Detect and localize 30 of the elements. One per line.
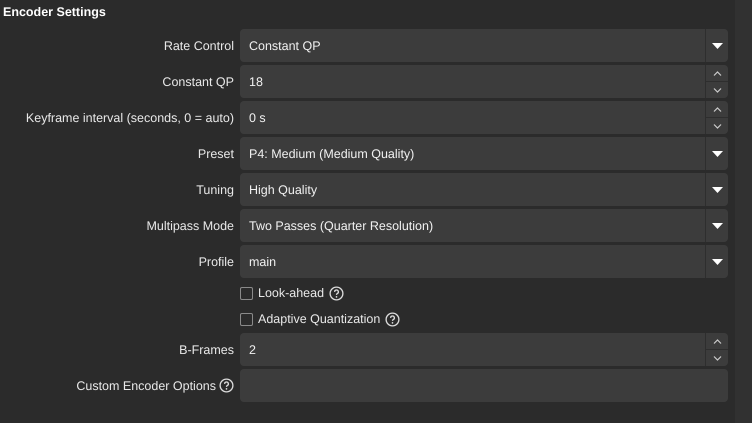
spin-box[interactable]: 18 (240, 65, 728, 98)
checkbox[interactable] (240, 286, 253, 300)
dropdown[interactable]: High Quality (240, 173, 728, 206)
field-label: Tuning (196, 182, 234, 196)
help-icon[interactable] (329, 286, 344, 300)
checkbox[interactable] (240, 312, 253, 326)
caret-icon (712, 258, 722, 264)
field-label: Keyframe interval (seconds, 0 = auto) (26, 110, 234, 124)
dropdown[interactable]: P4: Medium (Medium Quality) (240, 137, 728, 170)
dropdown[interactable]: Two Passes (Quarter Resolution) (240, 209, 728, 242)
field-label: Multipass Mode (146, 218, 234, 232)
help-icon[interactable] (219, 378, 234, 393)
help-icon[interactable] (385, 312, 400, 326)
spin-box[interactable]: 2 (240, 333, 728, 366)
caret-icon (712, 150, 722, 156)
section-title: Encoder Settings (3, 5, 107, 21)
caret-icon (712, 222, 722, 228)
spin-box[interactable]: 0 s (240, 101, 728, 134)
field-label: Preset (198, 146, 234, 160)
field-label: Custom Encoder Options (76, 378, 216, 392)
caret-icon (712, 186, 722, 192)
field-label: Constant QP (162, 74, 234, 88)
caret-icon (712, 42, 722, 48)
checkbox-label[interactable]: Adaptive Quantization (258, 312, 380, 326)
field-label: B-Frames (179, 342, 234, 356)
dropdown[interactable]: main (240, 245, 728, 278)
field-label: Profile (198, 254, 234, 268)
field-label: Rate Control (164, 38, 234, 52)
checkbox-label[interactable]: Look-ahead (258, 286, 324, 300)
dropdown[interactable]: Constant QP (240, 29, 728, 62)
